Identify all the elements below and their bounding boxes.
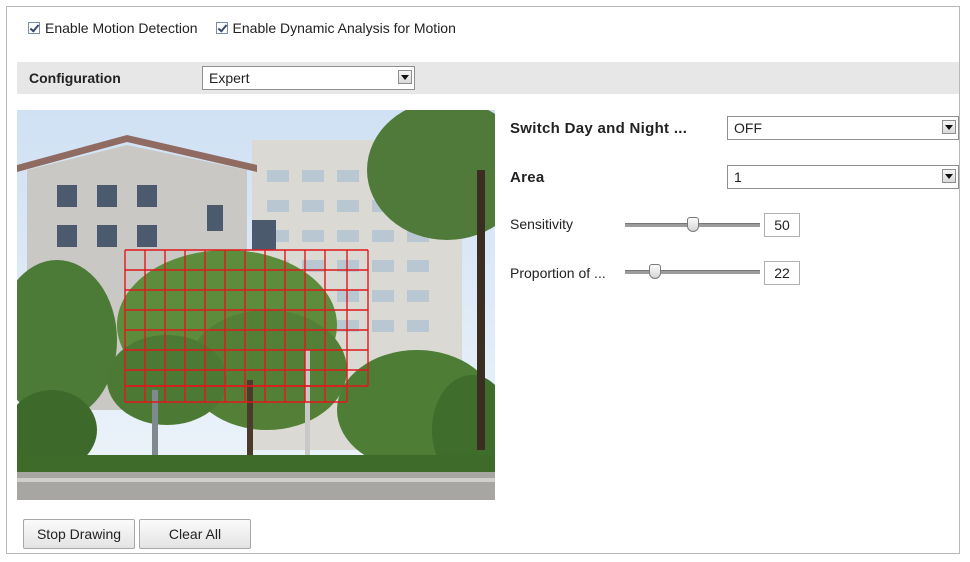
chevron-down-icon[interactable] (942, 120, 956, 134)
slider-thumb[interactable] (648, 264, 661, 279)
configuration-bar: Configuration Expert (17, 62, 959, 94)
area-select[interactable]: 1 (727, 165, 959, 189)
chevron-down-icon[interactable] (942, 169, 956, 183)
slider-track[interactable] (625, 270, 760, 274)
enable-motion-detection-checkbox[interactable]: Enable Motion Detection (28, 20, 198, 36)
switch-day-night-select[interactable]: OFF (727, 116, 959, 140)
chevron-down-icon[interactable] (398, 70, 412, 84)
proportion-label: Proportion of ... (510, 265, 606, 281)
camera-scene-image (17, 110, 495, 500)
configuration-label: Configuration (29, 70, 121, 86)
area-label: Area (510, 169, 545, 186)
sensitivity-slider[interactable] (625, 215, 760, 235)
enable-dynamic-analysis-checkbox[interactable]: Enable Dynamic Analysis for Motion (215, 20, 456, 36)
checkbox-check-icon[interactable] (215, 22, 228, 34)
proportion-slider[interactable] (625, 262, 760, 282)
enable-motion-detection-label: Enable Motion Detection (45, 20, 198, 36)
clear-all-button[interactable]: Clear All (139, 519, 251, 549)
switch-day-night-value: OFF (734, 120, 762, 136)
enable-dynamic-analysis-label: Enable Dynamic Analysis for Motion (232, 20, 456, 36)
sensitivity-value[interactable]: 50 (764, 213, 800, 237)
options-row: Enable Motion Detection Enable Dynamic A… (28, 20, 474, 36)
sensitivity-label: Sensitivity (510, 216, 574, 232)
checkbox-check-icon[interactable] (28, 22, 40, 34)
configuration-value: Expert (209, 70, 250, 86)
switch-day-night-label: Switch Day and Night ... (510, 120, 688, 137)
video-preview[interactable] (17, 110, 495, 500)
configuration-select[interactable]: Expert (202, 66, 415, 90)
slider-thumb[interactable] (686, 217, 699, 232)
area-value: 1 (734, 169, 742, 185)
proportion-value[interactable]: 22 (764, 261, 800, 285)
stop-drawing-button[interactable]: Stop Drawing (23, 519, 135, 549)
